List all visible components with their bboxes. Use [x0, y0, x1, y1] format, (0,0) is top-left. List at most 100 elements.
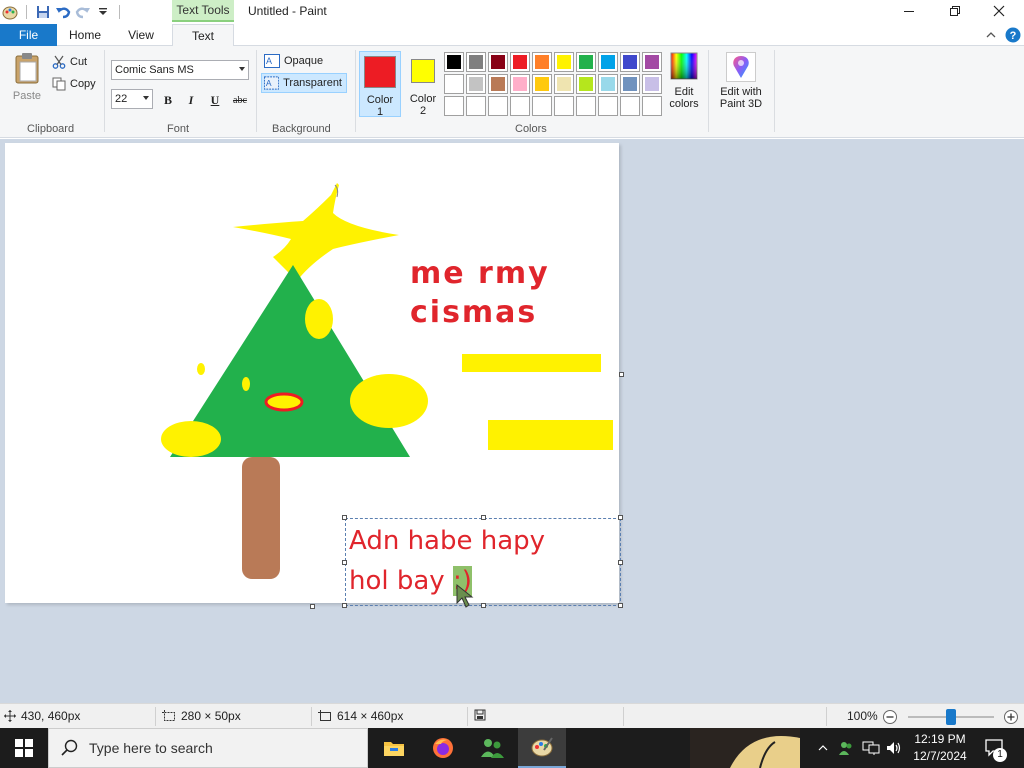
palette-color-swatch[interactable] — [576, 52, 596, 72]
start-button[interactable] — [0, 728, 48, 768]
background-group-label: Background — [272, 123, 331, 135]
minimize-icon — [904, 11, 914, 12]
color2-fill — [412, 60, 434, 82]
tab-text[interactable]: Text — [172, 24, 234, 47]
italic-button[interactable]: I — [182, 91, 200, 109]
palette-color-swatch[interactable] — [488, 74, 508, 94]
copy-button[interactable]: Copy — [52, 75, 96, 93]
taskbar-search-box[interactable]: Type here to search — [48, 728, 368, 768]
resize-handle[interactable] — [342, 560, 347, 565]
undo-icon[interactable] — [53, 2, 73, 22]
volume-button[interactable] — [884, 728, 904, 768]
palette-custom-slot[interactable] — [598, 96, 618, 116]
minimize-button[interactable] — [886, 0, 932, 22]
zoom-slider-thumb[interactable] — [946, 709, 956, 725]
palette-custom-slot[interactable] — [554, 96, 574, 116]
resize-handle[interactable] — [618, 603, 623, 608]
taskbar-firefox[interactable] — [419, 728, 467, 768]
tab-view[interactable]: View — [112, 24, 170, 46]
zoom-out-button[interactable] — [882, 709, 898, 725]
color1-button[interactable]: Color 1 — [359, 51, 401, 118]
bold-button[interactable]: B — [159, 91, 177, 109]
palette-color-swatch[interactable] — [488, 52, 508, 72]
palette-color-swatch[interactable] — [510, 52, 530, 72]
palette-color-swatch[interactable] — [554, 52, 574, 72]
redo-icon[interactable] — [73, 2, 93, 22]
save-icon[interactable] — [33, 2, 53, 22]
palette-custom-slot[interactable] — [466, 96, 486, 116]
tray-people-icon-button[interactable] — [836, 728, 856, 768]
zoom-in-button[interactable] — [1003, 709, 1019, 725]
taskbar-paint[interactable] — [518, 728, 566, 768]
show-hidden-icons-button[interactable] — [814, 728, 832, 768]
resize-handle[interactable] — [481, 515, 486, 520]
edit-colors-button[interactable]: Edit colors — [666, 52, 702, 110]
paste-button[interactable]: Paste — [8, 52, 46, 112]
edit-with-paint3d-button[interactable]: Edit with Paint 3D — [714, 52, 768, 110]
strikethrough-button[interactable]: abc — [230, 91, 250, 109]
palette-color-swatch[interactable] — [598, 52, 618, 72]
palette-color-swatch[interactable] — [444, 52, 464, 72]
palette-custom-slot[interactable] — [488, 96, 508, 116]
palette-custom-slot[interactable] — [642, 96, 662, 116]
transparent-button[interactable]: A Transparent — [261, 73, 347, 93]
opaque-button[interactable]: A Opaque — [262, 51, 327, 71]
resize-handle[interactable] — [618, 515, 623, 520]
canvas-resize-handle[interactable] — [619, 372, 624, 377]
font-family-dropdown[interactable]: Comic Sans MS — [111, 60, 249, 80]
resize-handle[interactable] — [618, 560, 623, 565]
palette-custom-slot[interactable] — [532, 96, 552, 116]
palette-color-swatch[interactable] — [598, 74, 618, 94]
palette-color-swatch[interactable] — [620, 74, 640, 94]
canvas-resize-handle[interactable] — [310, 604, 315, 609]
paint-app-icon[interactable] — [0, 2, 20, 22]
resize-handle[interactable] — [342, 515, 347, 520]
color2-button[interactable]: Color 2 — [402, 51, 444, 117]
quick-access-toolbar — [0, 2, 126, 22]
palette-color-swatch[interactable] — [466, 74, 486, 94]
text-box-line1[interactable]: Adn habe hapy — [349, 526, 545, 556]
minimize-ribbon-button[interactable] — [982, 26, 1000, 44]
maximize-button[interactable] — [932, 0, 978, 22]
palette-color-swatch[interactable] — [642, 52, 662, 72]
text-box-selection[interactable]: Adn habe hapy hol bay :) — [345, 518, 621, 606]
palette-color-swatch[interactable] — [532, 52, 552, 72]
palette-color-swatch[interactable] — [576, 74, 596, 94]
taskbar-people-app[interactable] — [468, 728, 516, 768]
palette-custom-slot[interactable] — [620, 96, 640, 116]
palette-color-swatch[interactable] — [642, 74, 662, 94]
ribbon-separator — [355, 50, 356, 132]
customize-qat-icon[interactable] — [93, 2, 113, 22]
resize-handle[interactable] — [342, 603, 347, 608]
palette-color-swatch[interactable] — [620, 52, 640, 72]
close-button[interactable] — [976, 0, 1022, 22]
palette-custom-slot[interactable] — [510, 96, 530, 116]
work-area[interactable]: me rmy cismas Adn habe hapy hol bay :) — [0, 139, 1024, 703]
palette-color-swatch[interactable] — [532, 74, 552, 94]
palette-color-fill — [491, 77, 505, 91]
palette-color-fill — [469, 77, 483, 91]
cut-button[interactable]: Cut — [52, 53, 87, 71]
palette-color-fill — [491, 55, 505, 69]
tab-home[interactable]: Home — [58, 24, 112, 46]
tab-file[interactable]: File — [0, 24, 57, 46]
text-box-line2[interactable]: hol bay :) — [349, 566, 472, 596]
palette-custom-slot[interactable] — [444, 96, 464, 116]
palette-color-swatch[interactable] — [444, 74, 464, 94]
underline-button[interactable]: U — [206, 91, 224, 109]
color1-swatch — [364, 56, 396, 88]
network-button[interactable] — [860, 728, 882, 768]
palette-color-fill — [557, 77, 571, 91]
palette-custom-slot[interactable] — [576, 96, 596, 116]
svg-text:?: ? — [1010, 30, 1017, 42]
taskbar-file-explorer[interactable] — [370, 728, 418, 768]
font-size-dropdown[interactable]: 22 — [111, 89, 153, 109]
notification-center-button[interactable]: 1 — [980, 728, 1010, 768]
palette-color-swatch[interactable] — [510, 74, 530, 94]
palette-color-swatch[interactable] — [466, 52, 486, 72]
resize-handle[interactable] — [481, 603, 486, 608]
palette-color-swatch[interactable] — [554, 74, 574, 94]
ornament — [197, 363, 205, 375]
taskbar-clock[interactable]: 12:19 PM 12/7/2024 — [908, 731, 972, 765]
help-button[interactable]: ? — [1004, 26, 1022, 44]
